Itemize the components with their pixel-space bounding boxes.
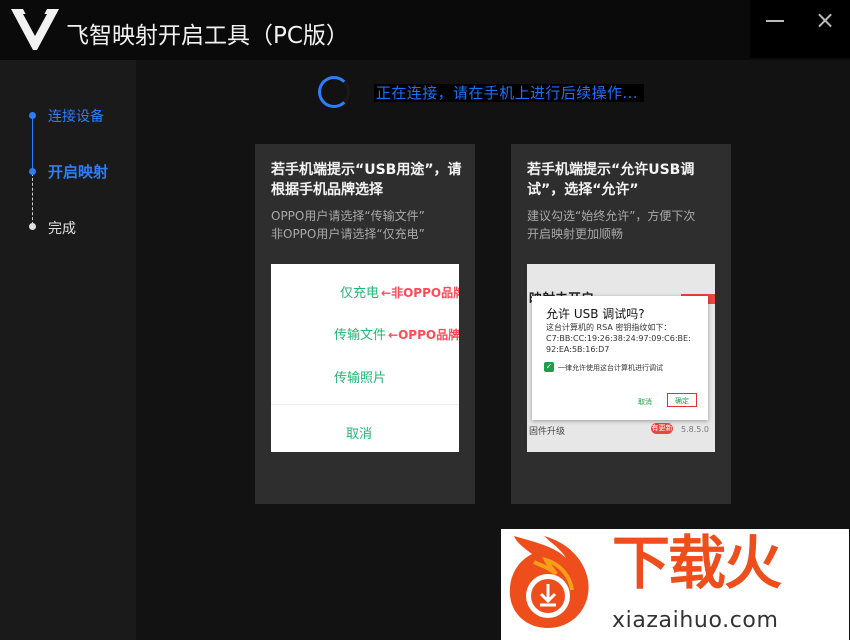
card-desc-line: OPPO用户请选择“传输文件” bbox=[271, 209, 425, 223]
usb-debug-dialog: 允许 USB 调试吗? 这台计算机的 RSA 密钥指纹如下： C7:BB:CC:… bbox=[532, 296, 708, 420]
demo-version: 5.8.5.0 bbox=[681, 425, 709, 434]
step-connector-done bbox=[32, 115, 33, 173]
demo-update-badge: 有更新 bbox=[651, 423, 673, 434]
demo-cancel: 取消 bbox=[346, 427, 373, 442]
card-title: 若手机端提示“USB用途”，请根据手机品牌选择 bbox=[271, 162, 462, 198]
demo-option-transfer-photos: 传输照片 bbox=[334, 371, 387, 386]
usb-debug-demo: 映射未开启 固件升级 有更新 5.8.5.0 允许 USB 调试吗? 这台计算机… bbox=[527, 264, 715, 452]
dialog-checkbox-label: 一律允许使用这台计算机进行调试 bbox=[558, 364, 663, 372]
close-button[interactable]: × bbox=[812, 6, 838, 34]
dialog-body-line: C7:BB:CC:19:26:38:24:97:09:C6:BE: bbox=[546, 334, 691, 343]
loading-spinner-icon bbox=[318, 76, 350, 108]
card-desc-line: 建议勾选“始终允许”，方便下次 bbox=[527, 209, 696, 223]
usb-debug-card: 若手机端提示“允许USB调试”，选择“允许” 建议勾选“始终允许”，方便下次 开… bbox=[511, 144, 731, 504]
minimize-button[interactable] bbox=[766, 20, 784, 22]
card-desc-line: 非OPPO用户请选择“仅充电” bbox=[271, 227, 425, 241]
step-sidebar bbox=[0, 60, 136, 640]
card-title: 若手机端提示“允许USB调试”，选择“允许” bbox=[527, 162, 695, 198]
checkbox-checked-icon: ✓ bbox=[544, 362, 554, 372]
demo-option-transfer-files: 传输文件 ←OPPO品牌 bbox=[334, 328, 459, 343]
step-label-mapping: 开启映射 bbox=[48, 163, 109, 181]
step-dot-finish bbox=[29, 223, 36, 230]
app-title: 飞智映射开启工具（PC版） bbox=[66, 23, 349, 49]
step-connector-pending bbox=[32, 173, 33, 225]
step-dot-connect bbox=[29, 112, 36, 119]
demo-bg-row-label: 固件升级 bbox=[529, 427, 566, 437]
card-description: 建议勾选“始终允许”，方便下次 开启映射更加顺畅 bbox=[527, 207, 727, 243]
usb-purpose-demo: 仅充电 ←非OPPO品牌 传输文件 ←OPPO品牌 传输照片 取消 bbox=[271, 264, 459, 452]
demo-option-charge: 仅充电 ←非OPPO品牌 bbox=[340, 286, 459, 301]
usb-purpose-card: 若手机端提示“USB用途”，请根据手机品牌选择 OPPO用户请选择“传输文件” … bbox=[255, 144, 475, 504]
watermark-url: xiazaihuo.com bbox=[612, 608, 779, 633]
dialog-cancel: 取消 bbox=[638, 398, 652, 406]
dialog-body-line: 92:EA:5B:16:D7 bbox=[546, 345, 610, 354]
step-dot-mapping bbox=[29, 168, 36, 175]
flame-logo-icon bbox=[509, 536, 589, 628]
step-label-connect: 连接设备 bbox=[48, 109, 104, 125]
card-desc-line: 开启映射更加顺畅 bbox=[527, 227, 624, 241]
card-description: OPPO用户请选择“传输文件” 非OPPO用户请选择“仅充电” bbox=[271, 207, 471, 243]
demo-divider bbox=[271, 404, 459, 405]
dialog-body-line: 这台计算机的 RSA 密钥指纹如下： bbox=[546, 323, 672, 332]
title-bar: 飞智映射开启工具（PC版） bbox=[0, 0, 850, 60]
dialog-ok: 确定 bbox=[667, 393, 697, 407]
dialog-body: 这台计算机的 RSA 密钥指纹如下： C7:BB:CC:19:26:38:24:… bbox=[546, 322, 706, 355]
status-text: 正在连接，请在手机上进行后续操作... bbox=[374, 84, 644, 102]
step-label-finish: 完成 bbox=[48, 221, 76, 237]
dialog-title: 允许 USB 调试吗? bbox=[546, 307, 645, 321]
watermark-brand-text: 下载火 bbox=[612, 529, 782, 597]
app-logo-icon bbox=[11, 9, 59, 50]
